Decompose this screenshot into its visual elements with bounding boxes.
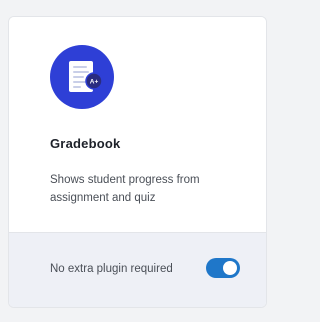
card-description: Shows student progress from assignment a…: [50, 174, 200, 204]
card-footer: No extra plugin required: [9, 232, 266, 307]
enable-toggle[interactable]: [206, 258, 240, 278]
grade-badge-text: A+: [90, 79, 99, 86]
plugin-card: A+ Gradebook Shows student progress from…: [8, 16, 267, 308]
toggle-knob: [223, 261, 237, 275]
card-title: Gradebook: [50, 136, 121, 151]
document-icon-graphic: A+: [69, 61, 103, 92]
footer-status-text: No extra plugin required: [50, 263, 173, 275]
card-body: A+ Gradebook Shows student progress from…: [9, 17, 266, 235]
gradebook-document-icon: A+: [50, 45, 114, 109]
